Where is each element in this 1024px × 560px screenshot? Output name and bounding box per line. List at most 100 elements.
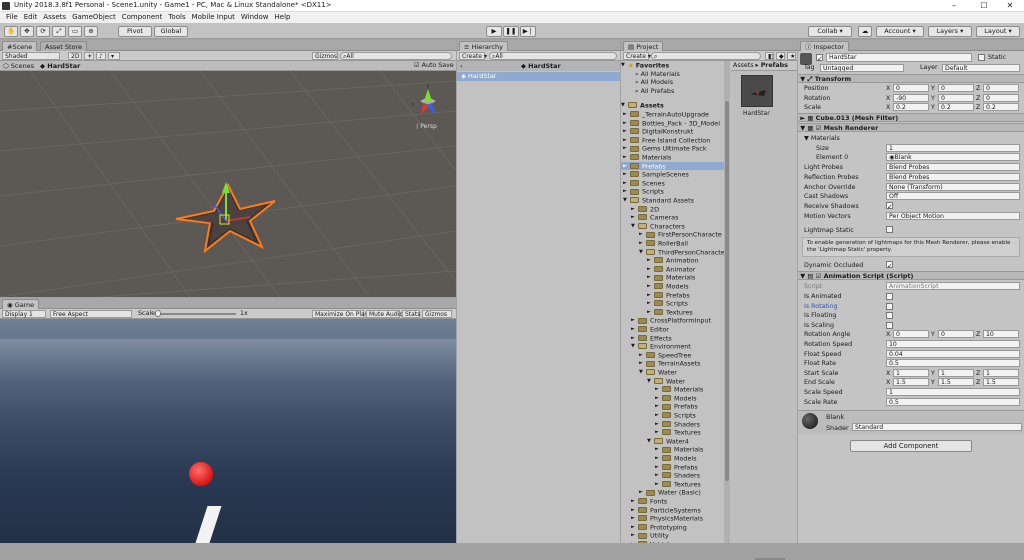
folder-item[interactable]: ► Materials [621, 273, 728, 282]
folder-item[interactable]: ► Textures [621, 480, 728, 489]
materials-foldout[interactable]: ▼ Materials [804, 134, 840, 143]
scale-rate-field[interactable]: 0.5 [886, 397, 1020, 406]
end-scale-x-field[interactable]: 1.5 [893, 378, 929, 387]
active-checkbox[interactable]: ✓ [816, 54, 823, 63]
tab-game[interactable]: ◉ Game [2, 299, 40, 309]
folder-item[interactable]: ▼ Characters [621, 222, 728, 231]
dynamic-occluded-checkbox[interactable]: ✓ [886, 261, 893, 270]
favorites-item[interactable]: ⌕ All Models [621, 78, 728, 87]
play-button[interactable]: ▶ [486, 26, 502, 37]
menu-item-mobile-input[interactable]: Mobile Input [192, 12, 235, 23]
folder-item[interactable]: ► Materials [621, 445, 728, 454]
menu-item-tools[interactable]: Tools [168, 12, 185, 23]
project-search-input[interactable]: ⌕ [651, 52, 761, 60]
rotation-speed-field[interactable]: 10 [886, 340, 1020, 348]
shader-dropdown[interactable]: Standard [852, 423, 1022, 431]
scale-tool-button[interactable]: ⤢ [52, 26, 66, 37]
filter-type-icon[interactable]: ◧ [765, 52, 774, 60]
close-button[interactable]: ✕ [996, 0, 1024, 12]
gizmos-dropdown[interactable]: Gizmos [312, 52, 338, 60]
float-speed-field[interactable]: 0.04 [886, 349, 1020, 358]
pivot-toggle[interactable]: Pivot [118, 26, 152, 37]
cast-dropdown[interactable]: Off [886, 192, 1020, 201]
folder-item[interactable]: ► Scripts [621, 299, 728, 308]
folder-item[interactable]: ► Models [621, 394, 728, 403]
tree-scrollbar[interactable] [724, 61, 730, 543]
audio-toggle[interactable]: ♪ [96, 52, 106, 60]
transform-tool-button[interactable]: ⊕ [84, 26, 98, 37]
is-animated-checkbox[interactable] [886, 293, 893, 300]
folder-item[interactable]: ► SpeedTree [621, 351, 728, 360]
folder-item[interactable]: ► Materials [621, 153, 728, 162]
menu-item-edit[interactable]: Edit [24, 12, 38, 23]
effects-dropdown[interactable]: ▾ [108, 52, 120, 60]
folder-item[interactable]: ► Models [621, 454, 728, 463]
rotation-y-field[interactable]: 0 [938, 93, 974, 102]
menu-item-file[interactable]: File [6, 12, 18, 23]
hardstar-prefab-thumbnail[interactable] [741, 75, 773, 107]
game-gizmos-dropdown[interactable]: Gizmos [422, 310, 452, 318]
folder-item[interactable]: ► CrossPlatformInput [621, 316, 728, 325]
assets-root[interactable]: ▼ Assets [621, 101, 728, 110]
folder-item[interactable]: ▼ Water [621, 368, 728, 377]
element0-field[interactable]: ◉Blank [886, 153, 1020, 161]
scale-speed-field[interactable]: 1 [886, 388, 1020, 396]
global-toggle[interactable]: Global [154, 26, 188, 37]
hand-tool-button[interactable]: ✋ [4, 26, 18, 37]
start-scale-y-field[interactable]: 1 [938, 368, 974, 377]
step-button[interactable]: ▶❘ [520, 26, 536, 37]
folder-item[interactable]: ► Scenes [621, 179, 728, 188]
folder-item[interactable]: ▼ ThirdPersonCharacte [621, 248, 728, 257]
account-dropdown[interactable]: Account ▾ [876, 26, 924, 37]
rotate-tool-button[interactable]: ⟳ [36, 26, 50, 37]
menu-item-component[interactable]: Component [122, 12, 163, 23]
rotation-z-field[interactable]: 0 [983, 93, 1019, 102]
receive-shadows-checkbox[interactable]: ✓ [886, 202, 893, 211]
folder-item[interactable]: ► Textures [621, 428, 728, 437]
folder-item[interactable]: ► Gems Ultimate Pack [621, 144, 728, 153]
is-floating-checkbox[interactable] [886, 312, 893, 320]
layout-dropdown[interactable]: Layout ▾ [976, 26, 1020, 37]
folder-item[interactable]: ► Scripts [621, 187, 728, 196]
folder-item[interactable]: ► Prefabs [621, 463, 728, 472]
hierarchy-scene-header[interactable]: ‹ ◆ HardStar [457, 61, 620, 71]
folder-item[interactable]: ► Animator [621, 265, 728, 274]
mesh-renderer-header[interactable]: ▼ ▦ ☑ Mesh Renderer [798, 123, 1024, 132]
folder-item[interactable]: ► Bottles_Pack - 3D_Model [621, 119, 728, 128]
scale-z-field[interactable]: 0.2 [983, 103, 1019, 111]
folder-item[interactable]: ► TerrainAssets [621, 359, 728, 368]
folder-item[interactable]: ► Effects [621, 334, 728, 343]
move-tool-button[interactable]: ✥ [20, 26, 34, 37]
maximize-on-play-toggle[interactable]: Maximize On Play [312, 310, 368, 318]
tab-scene[interactable]: #Scene [2, 41, 38, 51]
folder-item[interactable]: ► Prefabs [621, 161, 728, 171]
object-name-field[interactable]: HardStar [826, 53, 972, 62]
crumb-prefabs[interactable]: Prefabs [761, 62, 788, 69]
light-probes-dropdown[interactable]: Blend Probes [886, 163, 1020, 171]
rotation-angle-y-field[interactable]: 0 [938, 330, 974, 339]
animation-script-header[interactable]: ▼ ▤ ☑ Animation Script (Script) [798, 271, 1024, 280]
folder-item[interactable]: ▼ Water4 [621, 437, 728, 446]
folder-item[interactable]: ► Prototyping [621, 523, 728, 532]
favorite-star-icon[interactable]: ★ [787, 52, 796, 60]
tab-asset-store[interactable]: Asset Store [40, 41, 88, 51]
motion-dropdown[interactable]: Per Object Motion [886, 212, 1020, 220]
stats-toggle[interactable]: Stats [402, 310, 420, 318]
menu-item-assets[interactable]: Assets [43, 12, 66, 23]
filter-label-icon[interactable]: ◆ [776, 52, 785, 60]
folder-item[interactable]: ► Free Island Collection [621, 136, 728, 145]
float-rate-field[interactable]: 0.5 [886, 359, 1020, 368]
is-scaling-checkbox[interactable] [886, 321, 893, 329]
tab-inspector[interactable]: ⓘ Inspector [800, 41, 849, 51]
anchor-dropdown[interactable]: None (Transform) [886, 182, 1020, 191]
hierarchy-search-input[interactable]: ⌕All [489, 52, 617, 60]
mesh-filter-header[interactable]: ► ▦ Cube.013 (Mesh Filter) [798, 113, 1024, 122]
end-scale-y-field[interactable]: 1.5 [938, 378, 974, 387]
folder-item[interactable]: ► _TerrainAutoUpgrade [621, 110, 728, 119]
favorites-header[interactable]: ▼ ★ Favorites [621, 61, 728, 70]
maximize-button[interactable]: ☐ [970, 0, 998, 12]
static-checkbox[interactable] [978, 54, 985, 61]
menu-item-window[interactable]: Window [241, 12, 269, 23]
folder-item[interactable]: ► Models [621, 282, 728, 291]
start-scale-z-field[interactable]: 1 [983, 368, 1019, 377]
